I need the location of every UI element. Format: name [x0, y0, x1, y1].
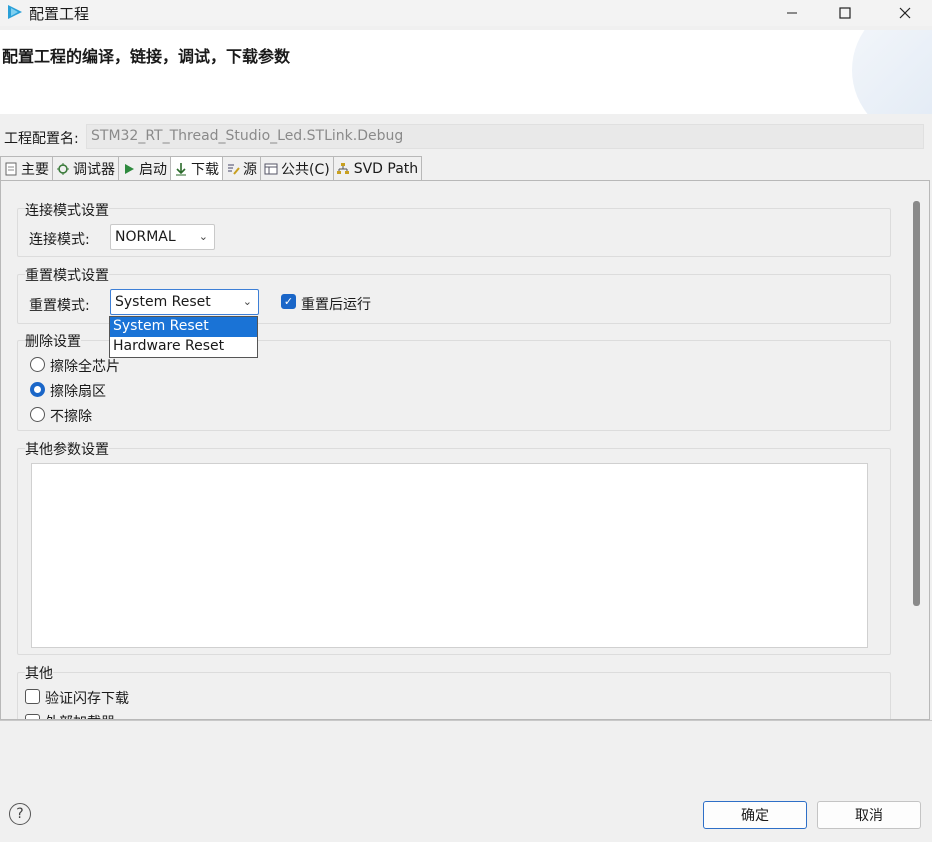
- tab-common[interactable]: 公共(C): [261, 156, 334, 180]
- banner-decoration: [852, 30, 932, 114]
- tab-label: 启动: [139, 161, 167, 178]
- tab-source[interactable]: 源: [223, 156, 261, 180]
- reset-group-title: 重置模式设置: [25, 265, 109, 285]
- header-banner: 配置工程的编译，链接，调试，下载参数: [0, 30, 932, 114]
- source-icon: [225, 161, 240, 176]
- reset-mode-value: System Reset: [115, 294, 211, 310]
- other-params-textarea[interactable]: [31, 463, 868, 648]
- erase-full-chip-radio[interactable]: [30, 357, 45, 372]
- tab-label: 调试器: [73, 161, 115, 178]
- reset-option-system[interactable]: System Reset: [110, 317, 257, 337]
- close-icon[interactable]: [882, 0, 928, 26]
- external-loader-label: 外部加载器: [45, 712, 115, 719]
- window-title: 配置工程: [29, 5, 90, 23]
- banner-title: 配置工程的编译，链接，调试，下载参数: [2, 47, 291, 66]
- chevron-down-icon: ⌄: [242, 295, 252, 308]
- reset-mode-dropdown-list: System Reset Hardware Reset: [109, 316, 258, 358]
- tab-label: 源: [243, 161, 257, 178]
- connect-mode-select[interactable]: NORMAL ⌄: [110, 224, 215, 250]
- title-bar: 配置工程: [0, 0, 932, 26]
- tab-label: SVD Path: [353, 160, 419, 177]
- erase-sectors-label: 擦除扇区: [50, 384, 106, 400]
- misc-group: [17, 672, 891, 719]
- tab-bar: 主要 调试器 启动 下载 源 公共(C) SVD Path: [0, 156, 423, 181]
- verify-flash-label: 验证闪存下载: [45, 691, 129, 707]
- tab-main[interactable]: 主要: [0, 156, 53, 180]
- download-panel: 连接模式设置 连接模式: NORMAL ⌄ 重置模式设置 重置模式: Syste…: [0, 180, 930, 720]
- erase-full-chip-label: 擦除全芯片: [50, 359, 120, 375]
- app-logo-icon: [8, 5, 22, 19]
- vertical-scrollbar[interactable]: [913, 201, 920, 606]
- run-after-reset-label: 重置后运行: [301, 297, 371, 313]
- reset-mode-select[interactable]: System Reset ⌄: [110, 289, 259, 315]
- tab-label: 下载: [191, 162, 219, 178]
- download-icon: [173, 162, 188, 177]
- help-icon[interactable]: ?: [9, 803, 31, 825]
- document-icon: [3, 161, 18, 176]
- connect-mode-value: NORMAL: [115, 229, 176, 245]
- connect-group-title: 连接模式设置: [25, 200, 109, 220]
- tab-label: 主要: [21, 161, 49, 178]
- config-name-field[interactable]: STM32_RT_Thread_Studio_Led.STLink.Debug: [86, 124, 924, 149]
- cancel-button[interactable]: 取消: [817, 801, 921, 829]
- erase-group-title: 删除设置: [25, 331, 81, 351]
- common-icon: [263, 161, 278, 176]
- other-params-title: 其他参数设置: [25, 439, 109, 459]
- debugger-icon: [55, 161, 70, 176]
- tab-svd-path[interactable]: SVD Path: [333, 156, 423, 180]
- verify-flash-checkbox[interactable]: [25, 689, 40, 704]
- no-erase-label: 不擦除: [50, 409, 92, 425]
- minimize-icon[interactable]: [769, 0, 815, 26]
- tab-startup[interactable]: 启动: [119, 156, 171, 180]
- no-erase-radio[interactable]: [30, 407, 45, 422]
- maximize-icon[interactable]: [822, 0, 868, 26]
- erase-sectors-radio[interactable]: [30, 382, 45, 397]
- tab-debugger[interactable]: 调试器: [53, 156, 119, 180]
- config-name-label: 工程配置名:: [4, 131, 79, 147]
- chevron-down-icon: ⌄: [198, 230, 208, 243]
- connect-mode-label: 连接模式:: [29, 232, 90, 248]
- tab-label: 公共(C): [281, 161, 330, 178]
- play-icon: [121, 161, 136, 176]
- ok-button[interactable]: 确定: [703, 801, 807, 829]
- reset-option-hardware[interactable]: Hardware Reset: [110, 337, 257, 357]
- misc-group-title: 其他: [25, 663, 53, 683]
- tab-download[interactable]: 下载: [171, 156, 223, 181]
- reset-mode-label: 重置模式:: [29, 298, 90, 314]
- tree-icon: [336, 161, 351, 176]
- run-after-reset-checkbox[interactable]: ✓: [281, 294, 296, 309]
- footer-divider: [0, 720, 932, 721]
